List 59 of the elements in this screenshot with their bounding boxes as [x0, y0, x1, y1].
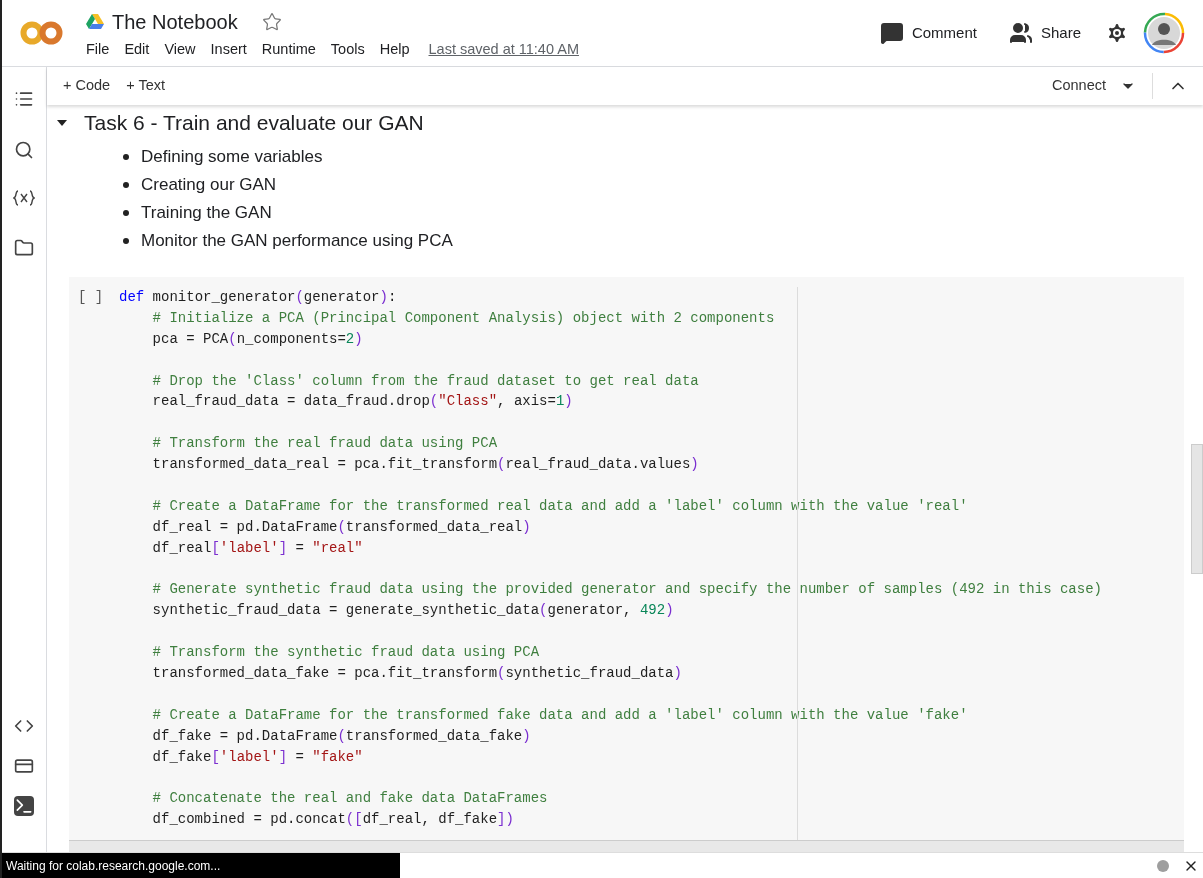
bullet-icon	[123, 182, 129, 188]
avatar[interactable]	[1143, 12, 1185, 54]
bullet-icon	[123, 154, 129, 160]
comment-button[interactable]: Comment	[871, 21, 985, 45]
add-cell-button[interactable]: + Code	[63, 75, 111, 97]
bullet-icon	[123, 210, 129, 216]
code-line: transformed_data_real = pca.fit_transform(real_fraud_data.values)	[151, 456, 699, 473]
code-line: # Initialize a PCA (Principal Component Analysis) object with 2 components	[151, 309, 775, 326]
code-line: # Create a DataFrame for the transformed fake data and add a 'label' column with the value 'fake'	[151, 706, 968, 723]
code-line: # Concatenate the real and fake data DataFrames	[151, 790, 548, 807]
code-line: df_real = pd.DataFrame(transformed_data_real)	[151, 518, 531, 535]
code-line: # Transform the real fraud data using PCA	[151, 435, 498, 452]
code-line: # Create a DataFrame for the transformed real data and add a 'label' column with the value 'real'	[151, 497, 968, 514]
menu-item[interactable]: Help	[379, 39, 410, 61]
star-icon[interactable]	[261, 12, 282, 33]
code-line: pca = PCA(n_components=2)	[151, 330, 363, 347]
menu-item[interactable]: Insert	[210, 39, 247, 61]
status-tooltip: Waiting for colab.research.google.com...	[2, 853, 400, 878]
menu-item[interactable]: Tools	[330, 39, 365, 61]
run-cell-marker[interactable]: [ ]	[78, 287, 119, 308]
menu-item[interactable]: Runtime	[261, 39, 316, 61]
table-of-contents-icon[interactable]	[14, 89, 34, 109]
bullet-text: Training the GAN	[141, 202, 272, 225]
bullet-text: Monitor the GAN performance using PCA	[141, 230, 453, 253]
horizontal-scrollbar[interactable]	[69, 840, 1184, 852]
code-line: def monitor_generator(generator):	[119, 289, 397, 305]
code-line: df_fake['label'] = "fake"	[151, 748, 363, 765]
share-button[interactable]: Share	[1000, 21, 1089, 45]
code-cell[interactable]	[69, 277, 1184, 840]
code-line: df_fake = pd.DataFrame(transformed_data_fake)	[151, 727, 531, 744]
search-icon[interactable]	[14, 140, 34, 160]
menu-item[interactable]: Edit	[124, 39, 150, 61]
add-cell-button[interactable]: + Text	[126, 75, 165, 97]
code-line: df_real['label'] = "real"	[151, 539, 363, 556]
comment-icon	[879, 21, 904, 45]
menu-item[interactable]: File	[86, 39, 110, 61]
code-line: transformed_data_fake = pca.fit_transform(synthetic_fraud_data)	[151, 665, 682, 682]
notebook-title[interactable]: The Notebook	[112, 7, 238, 38]
bullet-text: Creating our GAN	[141, 174, 277, 197]
section-heading: Task 6 - Train and evaluate our GAN	[84, 110, 424, 137]
bullet-text: Defining some variables	[141, 146, 323, 169]
code-line: df_combined = pd.concat([df_real, df_fake])	[151, 811, 514, 828]
code-line: # Transform the synthetic fraud data using PCA	[151, 644, 540, 661]
vertical-scrollbar[interactable]	[1191, 444, 1203, 574]
code-line: real_fraud_data = data_fraud.drop("Class", axis=1)	[151, 393, 573, 410]
people-icon	[1008, 21, 1033, 45]
drive-icon	[86, 14, 104, 31]
code-line: # Drop the 'Class' column from the fraud dataset to get real data	[151, 372, 699, 389]
folder-icon[interactable]	[14, 238, 34, 258]
code-line: synthetic_fraud_data = generate_synthetic_data(generator, 492)	[151, 602, 674, 619]
last-saved-link[interactable]: Last saved at 11:40 AM	[428, 39, 579, 61]
colab-logo[interactable]	[20, 19, 64, 47]
variables-icon[interactable]	[13, 190, 35, 206]
connect-button[interactable]: Connect	[1052, 75, 1106, 97]
menu-item[interactable]: View	[164, 39, 196, 61]
code-line: # Generate synthetic fraud data using the provided generator and specify the number of samples (492 in this case)	[151, 581, 1102, 598]
terminal-icon[interactable]	[14, 796, 34, 816]
section-toggle-icon[interactable]	[57, 120, 67, 126]
bullet-icon	[123, 238, 129, 244]
